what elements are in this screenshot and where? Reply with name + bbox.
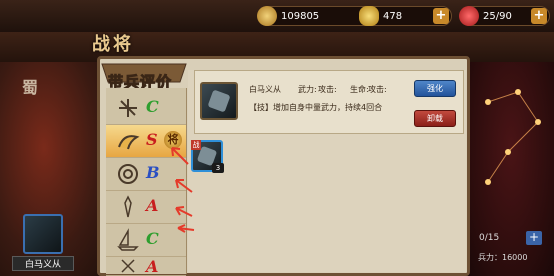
stat-attack-label: 攻击: <box>318 85 337 94</box>
stat-attack2-label: 攻击: <box>368 85 387 94</box>
hero-portrait[interactable] <box>23 214 63 254</box>
heart-icon <box>459 6 479 26</box>
annotation-arrows <box>171 147 195 233</box>
ship-icon <box>117 228 139 251</box>
cavalry-icon <box>118 135 140 150</box>
troop-count: 兵力：16000 <box>478 253 528 262</box>
remove-button[interactable]: 卸载 <box>414 110 456 127</box>
ingot-value: 478 <box>383 10 403 22</box>
item-count: 3 <box>212 163 224 173</box>
gold-ingot-icon <box>359 6 379 26</box>
add-ingot-button[interactable]: + <box>433 8 449 24</box>
troop-grade: C <box>146 97 159 116</box>
stat-life-label: 生命: <box>350 85 369 94</box>
strengthen-button[interactable]: 强化 <box>414 80 456 97</box>
troop-row-crossbow[interactable]: C <box>106 92 186 125</box>
skill-name: 白马义从 <box>249 85 281 94</box>
ingot-counter: 478 + <box>359 6 452 26</box>
shield-icon <box>118 164 138 184</box>
kingdom-label: 蜀 <box>22 78 39 97</box>
hero-portrait-label: 白马义从 <box>12 256 74 271</box>
progress-text: 0/15 <box>479 233 500 243</box>
troop-row-siege[interactable]: A <box>106 257 186 276</box>
add-progress-button[interactable]: + <box>526 231 542 245</box>
copper-value: 109805 <box>281 10 320 22</box>
skill-icon[interactable] <box>200 82 238 120</box>
spear-icon <box>124 195 132 218</box>
stat-force-label: 武力: <box>298 85 317 94</box>
add-stamina-button[interactable]: + <box>531 8 547 24</box>
troop-grade: A <box>146 257 159 276</box>
page-title: 战将 <box>92 34 134 55</box>
constellation-graphic <box>485 89 541 185</box>
stamina-counter: 25/90 + <box>459 6 550 26</box>
stamina-value: 25/90 <box>483 10 512 22</box>
siege-icon <box>121 259 135 273</box>
skill-description: 【技】增加自身中量武力，持续4回合 <box>249 103 383 112</box>
coin-icon <box>257 6 277 26</box>
crossbow-icon <box>119 99 137 117</box>
